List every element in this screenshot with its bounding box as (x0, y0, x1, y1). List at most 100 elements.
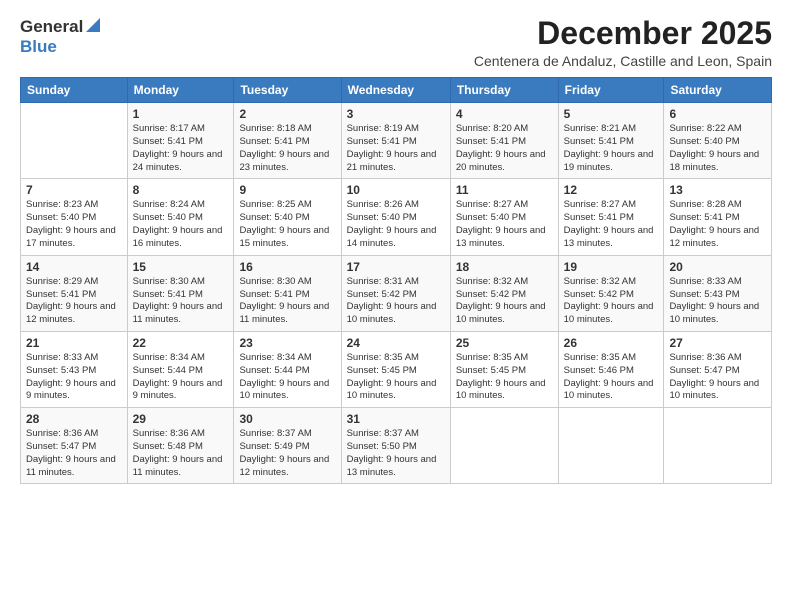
day-number: 9 (239, 183, 335, 197)
title-block: December 2025 Centenera de Andaluz, Cast… (474, 16, 772, 69)
day-number: 24 (347, 336, 445, 350)
calendar-week-4: 28Sunrise: 8:36 AMSunset: 5:47 PMDayligh… (21, 408, 772, 484)
cell-info: Sunrise: 8:35 AMSunset: 5:45 PMDaylight:… (347, 352, 437, 401)
cell-info: Sunrise: 8:27 AMSunset: 5:40 PMDaylight:… (456, 199, 546, 248)
calendar-cell: 30 Sunrise: 8:37 AMSunset: 5:49 PMDayligh… (234, 408, 341, 484)
location-title: Centenera de Andaluz, Castille and Leon,… (474, 53, 772, 69)
calendar-table: Sunday Monday Tuesday Wednesday Thursday… (20, 77, 772, 484)
cell-info: Sunrise: 8:33 AMSunset: 5:43 PMDaylight:… (669, 276, 759, 325)
calendar-cell: 28Sunrise: 8:36 AMSunset: 5:47 PMDayligh… (21, 408, 128, 484)
calendar-cell: 19 Sunrise: 8:32 AMSunset: 5:42 PMDayligh… (558, 255, 664, 331)
cell-info: Sunrise: 8:31 AMSunset: 5:42 PMDaylight:… (347, 276, 437, 325)
calendar-cell: 3Sunrise: 8:19 AMSunset: 5:41 PMDaylight… (341, 103, 450, 179)
calendar-cell: 14 Sunrise: 8:29 AMSunset: 5:41 PMDayligh… (21, 255, 128, 331)
cell-info: Sunrise: 8:27 AMSunset: 5:41 PMDaylight:… (564, 199, 654, 248)
cell-info: Sunrise: 8:36 AMSunset: 5:47 PMDaylight:… (669, 352, 759, 401)
cell-info: Sunrise: 8:26 AMSunset: 5:40 PMDaylight:… (347, 199, 437, 248)
calendar-cell: 7Sunrise: 8:23 AMSunset: 5:40 PMDaylight… (21, 179, 128, 255)
col-tuesday: Tuesday (234, 78, 341, 103)
day-number: 17 (347, 260, 445, 274)
cell-info: Sunrise: 8:34 AMSunset: 5:44 PMDaylight:… (239, 352, 329, 401)
day-number: 18 (456, 260, 553, 274)
calendar-cell: 13 Sunrise: 8:28 AMSunset: 5:41 PMDayligh… (664, 179, 772, 255)
cell-info: Sunrise: 8:19 AMSunset: 5:41 PMDaylight:… (347, 123, 437, 172)
cell-info: Sunrise: 8:32 AMSunset: 5:42 PMDaylight:… (456, 276, 546, 325)
calendar-cell: 26 Sunrise: 8:35 AMSunset: 5:46 PMDayligh… (558, 331, 664, 407)
cell-info: Sunrise: 8:34 AMSunset: 5:44 PMDaylight:… (133, 352, 223, 401)
cell-info: Sunrise: 8:32 AMSunset: 5:42 PMDaylight:… (564, 276, 654, 325)
calendar-cell: 17 Sunrise: 8:31 AMSunset: 5:42 PMDayligh… (341, 255, 450, 331)
logo-triangle (86, 18, 100, 37)
calendar-cell: 15Sunrise: 8:30 AMSunset: 5:41 PMDayligh… (127, 255, 234, 331)
day-number: 21 (26, 336, 122, 350)
logo: General Blue (20, 16, 100, 57)
day-number: 14 (26, 260, 122, 274)
cell-info: Sunrise: 8:33 AMSunset: 5:43 PMDaylight:… (26, 352, 116, 401)
calendar-cell (21, 103, 128, 179)
col-sunday: Sunday (21, 78, 128, 103)
cell-info: Sunrise: 8:37 AMSunset: 5:49 PMDaylight:… (239, 428, 329, 477)
day-number: 1 (133, 107, 229, 121)
calendar-cell: 12 Sunrise: 8:27 AMSunset: 5:41 PMDayligh… (558, 179, 664, 255)
day-number: 23 (239, 336, 335, 350)
cell-info: Sunrise: 8:30 AMSunset: 5:41 PMDaylight:… (239, 276, 329, 325)
calendar-cell: 8Sunrise: 8:24 AMSunset: 5:40 PMDaylight… (127, 179, 234, 255)
calendar-cell: 25 Sunrise: 8:35 AMSunset: 5:45 PMDayligh… (450, 331, 558, 407)
col-monday: Monday (127, 78, 234, 103)
day-number: 12 (564, 183, 659, 197)
day-number: 13 (669, 183, 766, 197)
cell-info: Sunrise: 8:29 AMSunset: 5:41 PMDaylight:… (26, 276, 116, 325)
day-number: 29 (133, 412, 229, 426)
calendar-cell: 6 Sunrise: 8:22 AMSunset: 5:40 PMDaylight… (664, 103, 772, 179)
day-number: 19 (564, 260, 659, 274)
day-number: 20 (669, 260, 766, 274)
cell-info: Sunrise: 8:25 AMSunset: 5:40 PMDaylight:… (239, 199, 329, 248)
cell-info: Sunrise: 8:35 AMSunset: 5:46 PMDaylight:… (564, 352, 654, 401)
calendar-cell: 27 Sunrise: 8:36 AMSunset: 5:47 PMDayligh… (664, 331, 772, 407)
day-number: 16 (239, 260, 335, 274)
cell-info: Sunrise: 8:36 AMSunset: 5:48 PMDaylight:… (133, 428, 223, 477)
cell-info: Sunrise: 8:18 AMSunset: 5:41 PMDaylight:… (239, 123, 329, 172)
logo-general: General (20, 17, 83, 37)
cell-info: Sunrise: 8:17 AMSunset: 5:41 PMDaylight:… (133, 123, 223, 172)
calendar-cell: 5Sunrise: 8:21 AMSunset: 5:41 PMDaylight… (558, 103, 664, 179)
col-saturday: Saturday (664, 78, 772, 103)
calendar-cell: 9 Sunrise: 8:25 AMSunset: 5:40 PMDaylight… (234, 179, 341, 255)
day-number: 30 (239, 412, 335, 426)
logo-blue: Blue (20, 37, 57, 56)
day-number: 15 (133, 260, 229, 274)
day-number: 26 (564, 336, 659, 350)
calendar-cell: 20 Sunrise: 8:33 AMSunset: 5:43 PMDayligh… (664, 255, 772, 331)
calendar-cell: 2 Sunrise: 8:18 AMSunset: 5:41 PMDaylight… (234, 103, 341, 179)
calendar-cell (450, 408, 558, 484)
day-number: 4 (456, 107, 553, 121)
cell-info: Sunrise: 8:23 AMSunset: 5:40 PMDaylight:… (26, 199, 116, 248)
day-number: 8 (133, 183, 229, 197)
page-container: General Blue December 2025 Centenera de … (0, 0, 792, 494)
cell-info: Sunrise: 8:22 AMSunset: 5:40 PMDaylight:… (669, 123, 759, 172)
day-number: 27 (669, 336, 766, 350)
calendar-week-2: 14 Sunrise: 8:29 AMSunset: 5:41 PMDayligh… (21, 255, 772, 331)
calendar-week-3: 21 Sunrise: 8:33 AMSunset: 5:43 PMDayligh… (21, 331, 772, 407)
header: General Blue December 2025 Centenera de … (20, 16, 772, 69)
day-number: 11 (456, 183, 553, 197)
cell-info: Sunrise: 8:35 AMSunset: 5:45 PMDaylight:… (456, 352, 546, 401)
calendar-cell: 22 Sunrise: 8:34 AMSunset: 5:44 PMDayligh… (127, 331, 234, 407)
cell-info: Sunrise: 8:37 AMSunset: 5:50 PMDaylight:… (347, 428, 437, 477)
day-number: 25 (456, 336, 553, 350)
calendar-cell: 11 Sunrise: 8:27 AMSunset: 5:40 PMDayligh… (450, 179, 558, 255)
day-number: 28 (26, 412, 122, 426)
calendar-cell: 1 Sunrise: 8:17 AMSunset: 5:41 PMDaylight… (127, 103, 234, 179)
calendar-cell: 23 Sunrise: 8:34 AMSunset: 5:44 PMDayligh… (234, 331, 341, 407)
day-number: 22 (133, 336, 229, 350)
calendar-cell (664, 408, 772, 484)
day-number: 6 (669, 107, 766, 121)
calendar-cell: 21 Sunrise: 8:33 AMSunset: 5:43 PMDayligh… (21, 331, 128, 407)
col-friday: Friday (558, 78, 664, 103)
day-number: 10 (347, 183, 445, 197)
calendar-header-row: Sunday Monday Tuesday Wednesday Thursday… (21, 78, 772, 103)
day-number: 2 (239, 107, 335, 121)
cell-info: Sunrise: 8:28 AMSunset: 5:41 PMDaylight:… (669, 199, 759, 248)
calendar-cell: 10 Sunrise: 8:26 AMSunset: 5:40 PMDayligh… (341, 179, 450, 255)
col-wednesday: Wednesday (341, 78, 450, 103)
